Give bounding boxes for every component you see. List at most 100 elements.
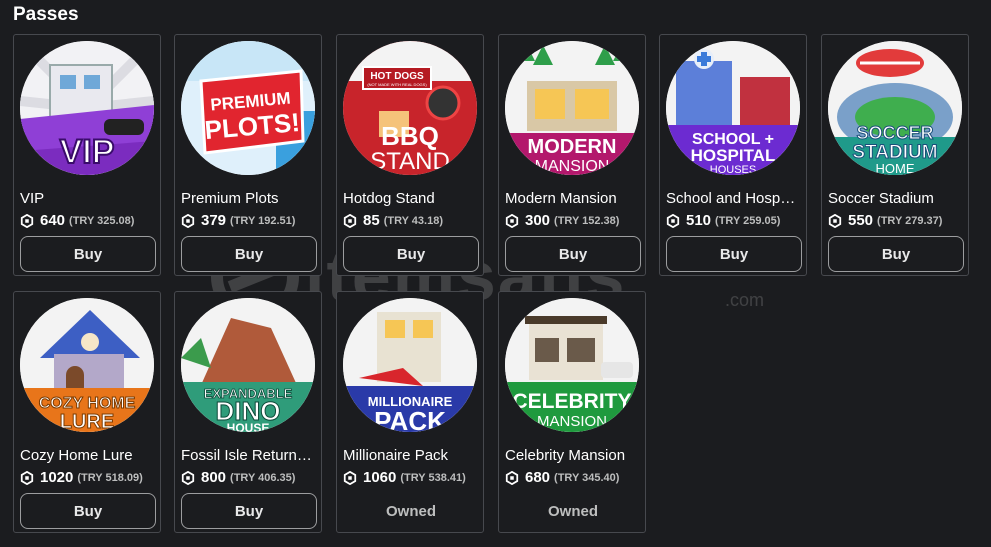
robux-icon [505, 470, 519, 485]
owned-label: Owned [547, 502, 598, 520]
pass-name: Soccer Stadium [828, 190, 934, 207]
art-text: MANSION [537, 413, 607, 430]
buy-button[interactable]: Buy [828, 236, 964, 272]
pass-price: 1020 (TRY 518.09) [20, 469, 160, 486]
try-price: (TRY 406.35) [230, 471, 296, 484]
pass-thumbnail[interactable]: VIP [20, 41, 154, 175]
robux-amount: 379 [201, 212, 227, 229]
art-text: MODERN [528, 136, 617, 158]
buy-button[interactable]: Buy [181, 236, 317, 272]
pass-card-school-hospital[interactable]: SCHOOL + HOSPITAL HOUSES School and Hosp… [659, 34, 807, 276]
robux-amount: 680 [525, 469, 551, 486]
robux-amount: 550 [848, 212, 874, 229]
cozy-home-lure-art: COZY HOME LURE [20, 298, 154, 432]
robux-icon [828, 213, 842, 228]
pass-name: Premium Plots [181, 190, 279, 207]
try-price: (TRY 259.05) [715, 214, 781, 227]
pass-name: Hotdog Stand [343, 190, 435, 207]
pass-thumbnail[interactable]: PREMIUM PLOTS! [181, 41, 315, 175]
robux-amount: 1060 [363, 469, 397, 486]
buy-button[interactable]: Buy [181, 493, 317, 529]
pass-price: 680 (TRY 345.40) [505, 469, 645, 486]
buy-button[interactable]: Buy [20, 236, 156, 272]
art-text: BBQ [381, 121, 439, 151]
art-text: STAND [370, 148, 450, 175]
pass-thumbnail[interactable]: CELEBRITY MANSION [505, 298, 639, 432]
pass-card-soccer-stadium[interactable]: SOCCER STADIUM HOME Soccer Stadium 550 (… [821, 34, 969, 276]
art-text: STADIUM [852, 142, 937, 163]
robux-icon [181, 470, 195, 485]
pass-card-celebrity-mansion[interactable]: CELEBRITY MANSION Celebrity Mansion 680 … [498, 291, 646, 533]
pass-price: 640 (TRY 325.08) [20, 212, 160, 229]
try-price: (TRY 43.18) [383, 214, 443, 227]
pass-price: 550 (TRY 279.37) [828, 212, 968, 229]
pass-thumbnail[interactable]: SCHOOL + HOSPITAL HOUSES [666, 41, 800, 175]
pass-name: VIP [20, 190, 45, 207]
art-text: HOUSE [227, 421, 270, 432]
buy-button[interactable]: Buy [20, 493, 156, 529]
pass-name: Cozy Home Lure [20, 447, 133, 464]
pass-thumbnail[interactable]: MODERN MANSION [505, 41, 639, 175]
art-text: SOCCER [856, 123, 933, 143]
pass-price: 1060 (TRY 538.41) [343, 469, 483, 486]
school-hospital-art: SCHOOL + HOSPITAL HOUSES [666, 41, 800, 175]
art-text: HOT DOGS [370, 71, 424, 82]
pass-thumbnail[interactable]: SOCCER STADIUM HOME [828, 41, 962, 175]
robux-icon [666, 213, 680, 228]
pass-card-premium-plots[interactable]: PREMIUM PLOTS! Premium Plots 379 (TRY 19… [174, 34, 322, 276]
robux-icon [343, 470, 357, 485]
art-text: MANSION [535, 158, 610, 175]
pass-thumbnail[interactable]: MILLIONAIRE PACK [343, 298, 477, 432]
art-text: PACK [374, 406, 446, 432]
art-text: VIP [60, 133, 115, 171]
buy-button[interactable]: Buy [505, 236, 641, 272]
pass-name: Modern Mansion [505, 190, 617, 207]
art-text: CELEBRITY [512, 390, 631, 413]
pass-price: 85 (TRY 43.18) [343, 212, 483, 229]
robux-amount: 510 [686, 212, 712, 229]
robux-amount: 300 [525, 212, 551, 229]
robux-amount: 85 [363, 212, 380, 229]
try-price: (TRY 325.08) [69, 214, 135, 227]
pass-price: 379 (TRY 192.51) [181, 212, 321, 229]
try-price: (TRY 152.38) [554, 214, 620, 227]
section-title: Passes [13, 4, 79, 25]
robux-amount: 800 [201, 469, 227, 486]
fossil-isle-art: EXPANDABLE DINO HOUSE [181, 298, 315, 432]
pass-card-fossil-isle[interactable]: EXPANDABLE DINO HOUSE Fossil Isle Return… [174, 291, 322, 533]
watermark-suffix: .com [725, 290, 765, 310]
robux-amount: 1020 [40, 469, 74, 486]
pass-card-modern-mansion[interactable]: MODERN MANSION Modern Mansion 300 (TRY 1… [498, 34, 646, 276]
pass-price: 800 (TRY 406.35) [181, 469, 321, 486]
pass-price: 300 (TRY 152.38) [505, 212, 645, 229]
millionaire-pack-art: MILLIONAIRE PACK [343, 298, 477, 432]
try-price: (TRY 518.09) [77, 471, 143, 484]
robux-icon [20, 470, 34, 485]
pass-card-vip[interactable]: VIP VIP 640 (TRY 325.08) Buy [13, 34, 161, 276]
art-text: COZY HOME [39, 395, 136, 412]
pass-name: Celebrity Mansion [505, 447, 626, 464]
pass-thumbnail[interactable]: EXPANDABLE DINO HOUSE [181, 298, 315, 432]
try-price: (TRY 279.37) [877, 214, 943, 227]
pass-price: 510 (TRY 259.05) [666, 212, 806, 229]
robux-icon [343, 213, 357, 228]
modern-mansion-art: MODERN MANSION [505, 41, 639, 175]
try-price: (TRY 538.41) [400, 471, 466, 484]
premium-plots-art: PREMIUM PLOTS! [181, 41, 315, 175]
buy-button[interactable]: Buy [666, 236, 802, 272]
buy-button[interactable]: Buy [343, 236, 479, 272]
soccer-stadium-art: SOCCER STADIUM HOME [828, 41, 962, 175]
pass-card-millionaire-pack[interactable]: MILLIONAIRE PACK Millionaire Pack 1060 (… [336, 291, 484, 533]
pass-card-cozy-home-lure[interactable]: COZY HOME LURE Cozy Home Lure 1020 (TRY … [13, 291, 161, 533]
art-text: HOUSES [710, 164, 756, 175]
pass-thumbnail[interactable]: COZY HOME LURE [20, 298, 154, 432]
art-text: HOSPITAL [691, 146, 776, 165]
robux-icon [20, 213, 34, 228]
pass-card-hotdog-stand[interactable]: HOT DOGS (NOT MADE WITH REAL DOGS) BBQ S… [336, 34, 484, 276]
pass-name: School and Hosp… [666, 190, 796, 207]
robux-icon [181, 213, 195, 228]
robux-amount: 640 [40, 212, 66, 229]
pass-thumbnail[interactable]: HOT DOGS (NOT MADE WITH REAL DOGS) BBQ S… [343, 41, 477, 175]
owned-label: Owned [385, 502, 436, 520]
pass-name: Fossil Isle Return… [181, 447, 312, 464]
